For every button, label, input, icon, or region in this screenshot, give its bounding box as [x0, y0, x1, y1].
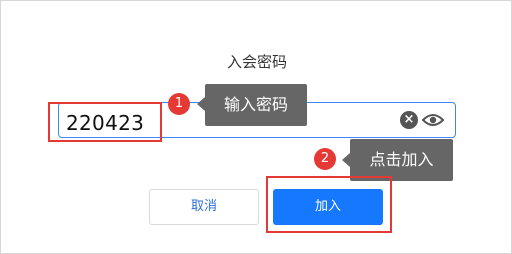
- step-2-badge: 2: [314, 148, 336, 170]
- step-2-tooltip-arrow: [342, 153, 350, 167]
- step-1-tooltip: 输入密码: [205, 84, 307, 126]
- eye-icon[interactable]: [421, 110, 445, 130]
- join-meeting-dialog: 入会密码 220423 × 1 输入密码 2 点击加入 取消 加入: [0, 0, 512, 254]
- dialog-title: 入会密码: [226, 53, 287, 71]
- password-highlight-box: [48, 102, 162, 142]
- step-1-badge: 1: [168, 93, 190, 115]
- step-1-tooltip-arrow: [197, 97, 205, 111]
- join-highlight-box: [266, 176, 392, 233]
- cancel-button[interactable]: 取消: [149, 189, 259, 225]
- clear-icon[interactable]: ×: [400, 111, 418, 129]
- step-2-tooltip: 点击加入: [350, 139, 453, 181]
